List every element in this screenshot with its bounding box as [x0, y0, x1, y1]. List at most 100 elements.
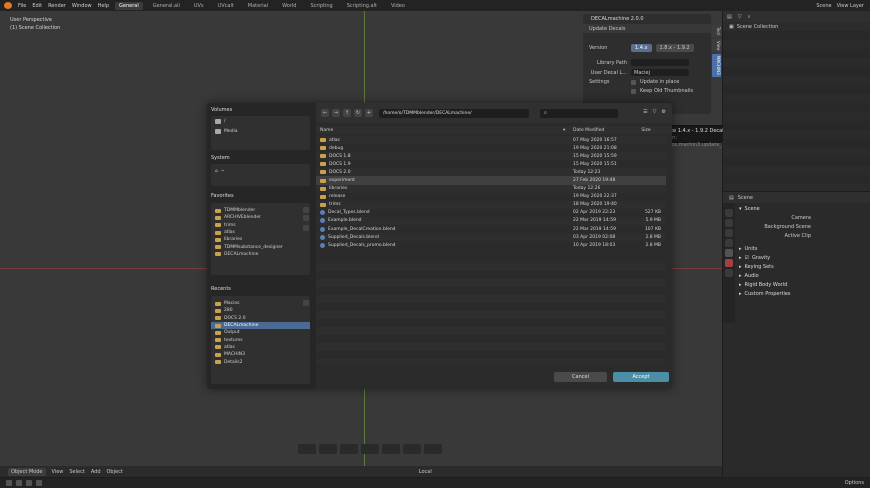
date-column-header[interactable]: Date Modified	[573, 128, 631, 133]
recent-item[interactable]: textures	[211, 336, 310, 343]
world-tab-icon[interactable]	[725, 259, 733, 267]
add-bookmark-icon[interactable]	[303, 207, 309, 213]
tool-button[interactable]	[361, 444, 379, 454]
search-icon[interactable]: ⌕	[748, 14, 751, 20]
remove-bookmark-icon[interactable]	[303, 215, 309, 221]
file-row[interactable]: DOCS 1.8 15 May 2020 15:59	[316, 152, 666, 161]
favorite-item[interactable]: DECALmachine	[211, 251, 310, 258]
recent-item-selected[interactable]: DECALmachine	[211, 321, 310, 330]
gravity-section[interactable]: ▸ ☑ Gravity	[737, 253, 867, 262]
menu-help[interactable]: Help	[98, 3, 109, 9]
select-mode-icon[interactable]	[36, 480, 42, 486]
keep-thumbnails-checkbox[interactable]	[631, 88, 636, 94]
file-row[interactable]: DOCS 1.9 15 May 2020 15:51	[316, 160, 666, 168]
tab-uvcalt[interactable]: UVcalt	[214, 2, 238, 10]
menu-object[interactable]: Object	[107, 469, 123, 475]
sidebar-tab-view[interactable]: View	[712, 38, 721, 53]
file-row[interactable]: experiment 27 Feb 2020 19:48	[316, 176, 666, 185]
editor-type-icon[interactable]: ▤	[729, 195, 734, 201]
editor-type-icon[interactable]: ▤	[727, 14, 732, 20]
recents-header[interactable]: Recents	[211, 286, 231, 292]
file-row[interactable]: Example.blend 22 Mar 2019 14:59 5.9 MB	[316, 216, 666, 226]
blender-logo-icon[interactable]	[4, 2, 12, 9]
display-mode-icon[interactable]: ☰	[643, 109, 647, 115]
camera-field[interactable]: Camera	[737, 213, 867, 222]
recent-item[interactable]: Output	[211, 329, 310, 336]
gravity-checkbox[interactable]: ☑	[745, 255, 749, 261]
recent-item[interactable]: DOCS 2.0	[211, 315, 310, 322]
user-decal-field[interactable]: Maciej	[631, 69, 689, 76]
tool-button[interactable]	[340, 444, 358, 454]
accept-button[interactable]: Accept	[613, 372, 669, 382]
tool-button[interactable]	[403, 444, 421, 454]
gear-icon[interactable]: ⚙	[662, 109, 666, 115]
back-arrow-icon[interactable]: ←	[321, 109, 329, 117]
recent-item[interactable]: 280	[211, 307, 310, 314]
tool-button[interactable]	[319, 444, 337, 454]
object-mode-dropdown[interactable]: Object Mode	[8, 467, 46, 476]
filter-icon[interactable]: ▽	[653, 109, 657, 115]
version-new-button[interactable]: 1.8.x - 1.9.2	[655, 44, 694, 52]
tool-tab-icon[interactable]	[725, 209, 733, 217]
file-row[interactable]: trims 18 May 2020 19:40	[316, 200, 666, 209]
file-row[interactable]: debug 19 May 2020 21:08	[316, 144, 666, 152]
view-layer-selector[interactable]: View Layer	[837, 3, 864, 9]
menu-view[interactable]: View	[52, 469, 64, 475]
menu-select[interactable]: Select	[69, 469, 84, 475]
system-header[interactable]: System	[211, 155, 230, 161]
tab-material[interactable]: Material	[244, 2, 272, 10]
directory-path-input[interactable]: /home/o/TDMMblender/DECALmachine/	[379, 108, 529, 118]
file-row[interactable]: Supplied_Decals.blend 03 Apr 2019 02:08 2.…	[316, 233, 666, 242]
select-mode-icon[interactable]	[26, 480, 32, 486]
audio-section[interactable]: ▸ Audio	[737, 271, 867, 280]
favorite-item[interactable]: TDMMsubstance_designer	[211, 243, 310, 250]
tab-uvs[interactable]: UVs	[190, 2, 208, 10]
file-row[interactable]: Decal_Types.blend 02 Apr 2019 22:23 527 KB	[316, 209, 666, 217]
output-tab-icon[interactable]	[725, 229, 733, 237]
rigid-body-world-section[interactable]: ▸ Rigid Body World	[737, 280, 867, 289]
tool-button[interactable]	[382, 444, 400, 454]
options-button[interactable]: Options	[845, 480, 864, 486]
scene-section[interactable]: ▾ Scene	[737, 204, 867, 213]
file-row[interactable]: libraries Today 12:26	[316, 184, 666, 193]
chevron-down-icon[interactable]	[303, 225, 309, 231]
menu-window[interactable]: Window	[72, 3, 92, 9]
recent-item[interactable]: atlas	[211, 344, 310, 351]
name-column-header[interactable]: Name	[316, 128, 563, 133]
scene-collection-row[interactable]: ▣ Scene Collection	[723, 22, 870, 31]
view-layer-tab-icon[interactable]	[725, 239, 733, 247]
favorite-item[interactable]: atlas	[211, 229, 310, 236]
keying-sets-section[interactable]: ▸ Keying Sets	[737, 262, 867, 271]
object-tab-icon[interactable]	[725, 269, 733, 277]
units-section[interactable]: ▸ Units	[737, 244, 867, 253]
tab-general[interactable]: General	[115, 1, 143, 10]
filter-icon[interactable]: ▽	[738, 14, 742, 20]
favorite-item[interactable]: TDMMblender	[211, 207, 310, 214]
update-in-place-checkbox[interactable]	[631, 79, 636, 85]
file-row[interactable]: Supplied_Decals_promo.blend 10 Apr 2019 1…	[316, 241, 666, 249]
transform-orientation[interactable]: Local	[419, 469, 432, 475]
menu-add[interactable]: Add	[91, 469, 101, 475]
recent-item[interactable]: Macios	[211, 300, 310, 307]
search-input[interactable]: ⌕	[540, 108, 618, 118]
size-column-header[interactable]: Size	[631, 128, 661, 133]
new-folder-icon[interactable]: +	[365, 109, 373, 117]
version-old-button[interactable]: 1.4.x	[631, 44, 652, 52]
tab-world[interactable]: World	[278, 2, 300, 10]
tool-button[interactable]	[424, 444, 442, 454]
tool-button[interactable]	[298, 444, 316, 454]
system-item-home[interactable]: ⌂ ~	[211, 164, 310, 178]
volume-item[interactable]: /	[211, 116, 310, 126]
library-path-field[interactable]	[631, 59, 689, 66]
favorite-item[interactable]: trims	[211, 222, 310, 229]
file-row[interactable]: Example_DecalCreation.blend 22 Mar 2019 1…	[316, 225, 666, 233]
update-decals-subpanel[interactable]: Update Decals	[583, 24, 711, 33]
active-clip-field[interactable]: Active Clip	[737, 231, 867, 240]
clear-recents-icon[interactable]	[303, 300, 309, 306]
background-scene-field[interactable]: Background Scene	[737, 222, 867, 231]
menu-edit[interactable]: Edit	[32, 3, 42, 9]
tab-scripting[interactable]: Scripting	[306, 2, 336, 10]
render-tab-icon[interactable]	[725, 219, 733, 227]
forward-arrow-icon[interactable]: →	[332, 109, 340, 117]
sort-chevron-icon[interactable]: ▾	[563, 128, 573, 133]
